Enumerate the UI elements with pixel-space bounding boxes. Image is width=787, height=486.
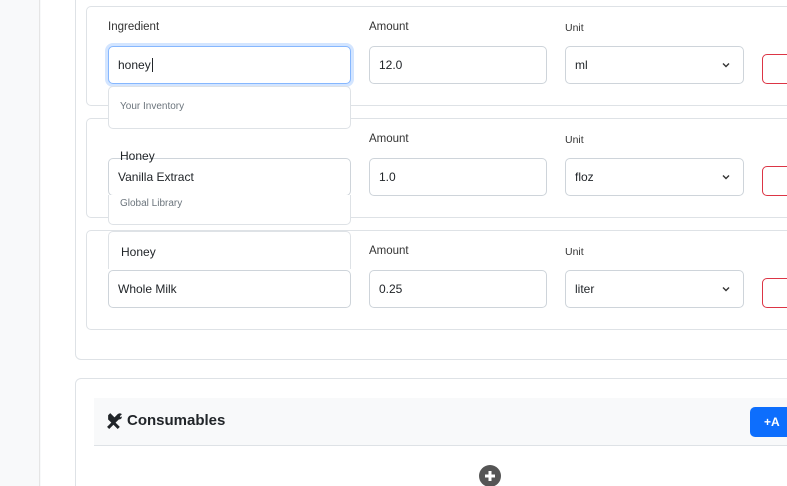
dropdown-item-label: Honey [120, 149, 155, 163]
ingredient-input-value: Whole Milk [118, 282, 177, 296]
amount-label: Amount [369, 21, 409, 33]
amount-input-value: 0.25 [379, 282, 403, 296]
amount-input-value: 12.0 [379, 58, 403, 72]
add-consumable-label: +A [764, 415, 780, 429]
unit-label: Unit [565, 246, 584, 258]
unit-label: Unit [565, 22, 584, 34]
dropdown-item-label: Honey [121, 245, 156, 259]
amount-label: Amount [369, 245, 409, 257]
amount-input-value: 1.0 [379, 170, 396, 184]
ingredient-input-3[interactable]: Whole Milk [108, 270, 351, 308]
chevron-down-icon [722, 287, 730, 292]
ingredient-input-1[interactable]: honey [108, 46, 351, 84]
unit-select-1[interactable]: ml [565, 46, 744, 84]
text-caret [151, 58, 153, 72]
consumables-title-text: Consumables [127, 412, 226, 429]
tools-icon [107, 413, 122, 429]
ingredient-input-value: Vanilla Extract [118, 170, 194, 184]
delete-row-button-2[interactable] [762, 166, 787, 196]
unit-select-3[interactable]: liter [565, 270, 744, 308]
unit-select-2[interactable]: floz [565, 158, 744, 196]
plus-icon [485, 471, 495, 481]
amount-input-3[interactable]: 0.25 [369, 270, 547, 308]
unit-label: Unit [565, 134, 584, 146]
add-circle-icon[interactable] [479, 465, 501, 486]
dropdown-item-inventory-honey[interactable]: Honey [108, 129, 351, 163]
amount-input-2[interactable]: 1.0 [369, 158, 547, 196]
unit-select-value: liter [575, 282, 595, 296]
unit-select-value: floz [575, 170, 594, 184]
chevron-down-icon [722, 175, 730, 180]
add-consumable-button[interactable]: +A [750, 407, 787, 437]
delete-row-button-3[interactable] [762, 278, 787, 308]
unit-select-value: ml [575, 58, 588, 72]
chevron-down-icon [722, 63, 730, 68]
dropdown-item-global-honey[interactable]: Honey [108, 231, 351, 269]
left-pane [0, 0, 40, 486]
dropdown-global-header: Global Library [120, 198, 183, 209]
amount-label: Amount [369, 133, 409, 145]
dropdown-inventory-header: Your Inventory [120, 101, 185, 112]
ingredient-input-2[interactable]: Vanilla Extract [108, 158, 351, 196]
amount-input-1[interactable]: 12.0 [369, 46, 547, 84]
ingredient-label: Ingredient [108, 21, 160, 33]
consumables-title: Consumables [106, 412, 225, 429]
delete-row-button-1[interactable] [762, 54, 787, 84]
ingredient-input-value: honey [118, 58, 151, 72]
